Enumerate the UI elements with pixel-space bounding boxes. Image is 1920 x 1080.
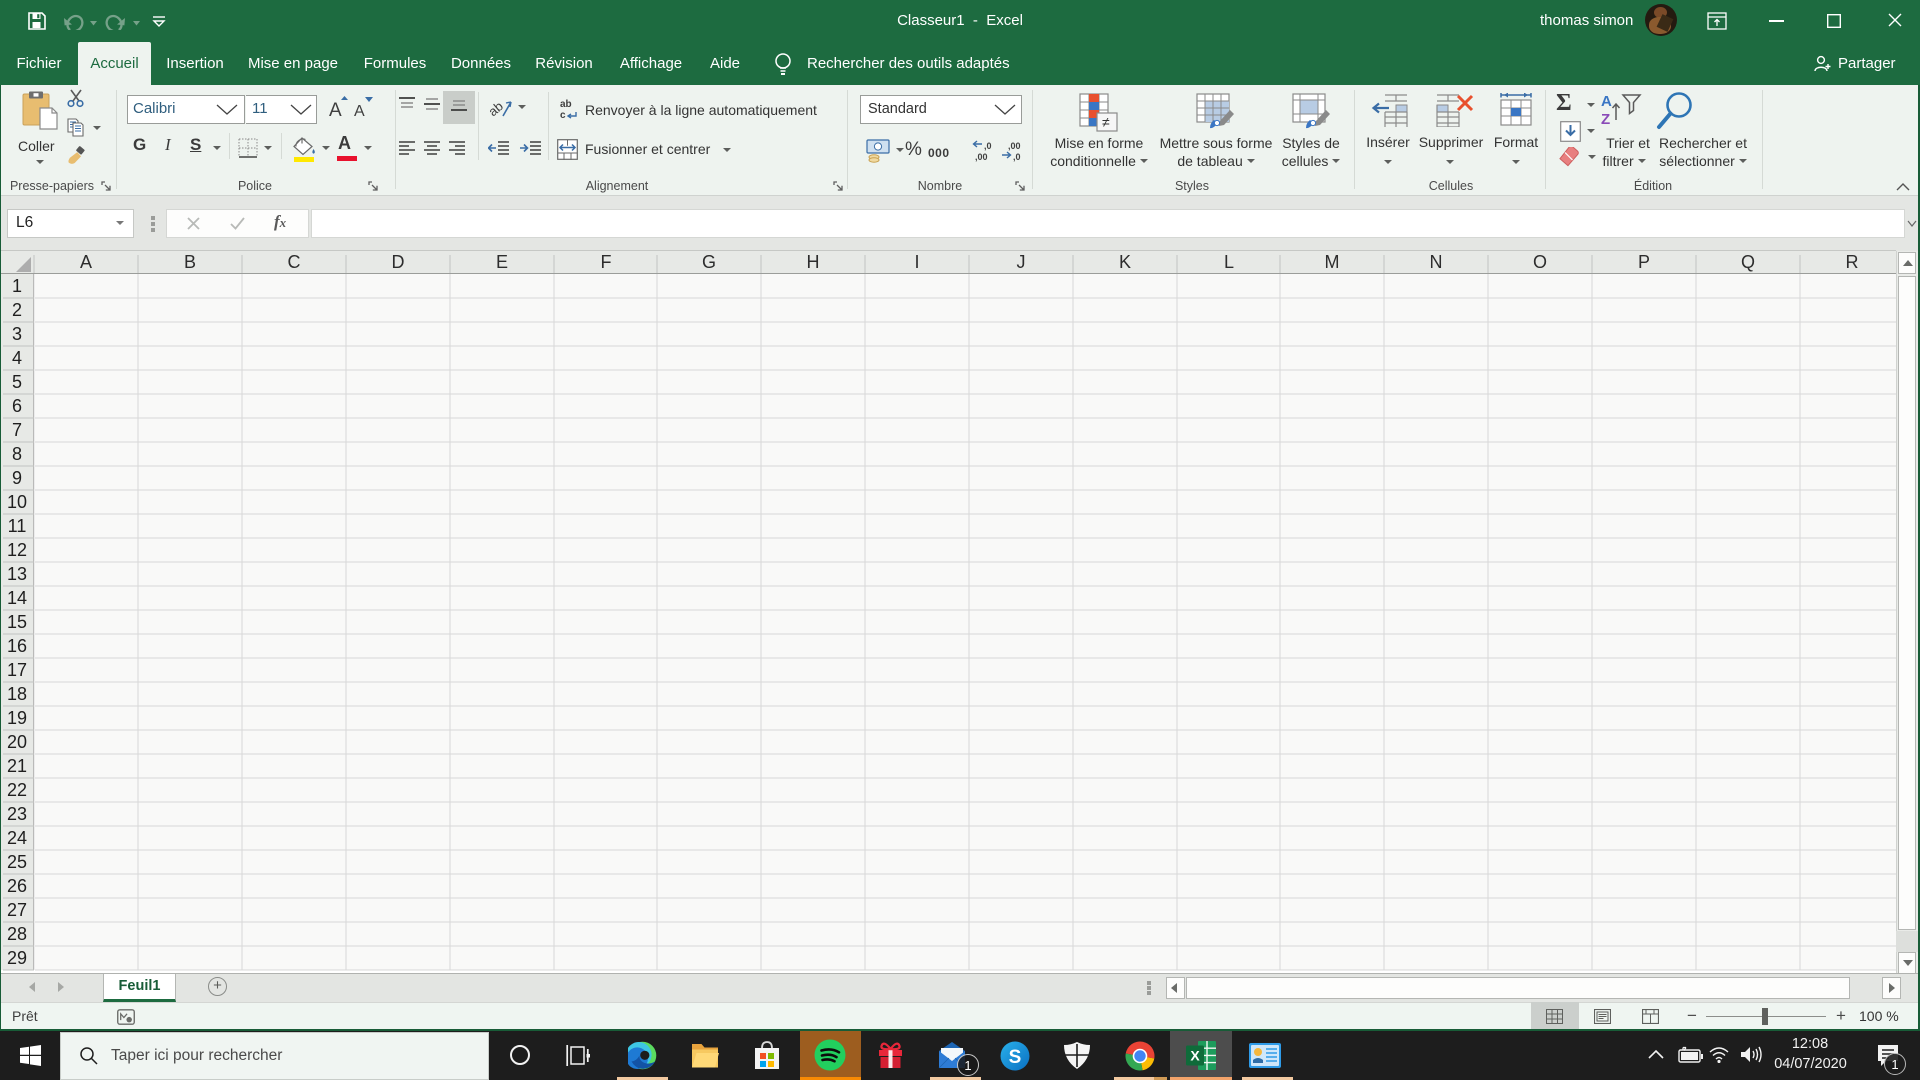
svg-text:,0: ,0	[984, 141, 992, 151]
svg-text:X: X	[1190, 1048, 1200, 1064]
svg-text:,0: ,0	[1013, 152, 1021, 162]
svg-text:A: A	[354, 103, 365, 120]
svg-text:≠: ≠	[1102, 114, 1110, 130]
svg-text:,00: ,00	[1008, 141, 1021, 151]
svg-text:ab: ab	[560, 99, 572, 110]
svg-text:A: A	[329, 100, 342, 120]
svg-text:,00: ,00	[975, 152, 988, 162]
svg-text:Z: Z	[1601, 111, 1610, 128]
svg-text:c: c	[560, 110, 566, 120]
svg-text:A: A	[1601, 93, 1612, 110]
svg-text:S: S	[1009, 1047, 1022, 1068]
